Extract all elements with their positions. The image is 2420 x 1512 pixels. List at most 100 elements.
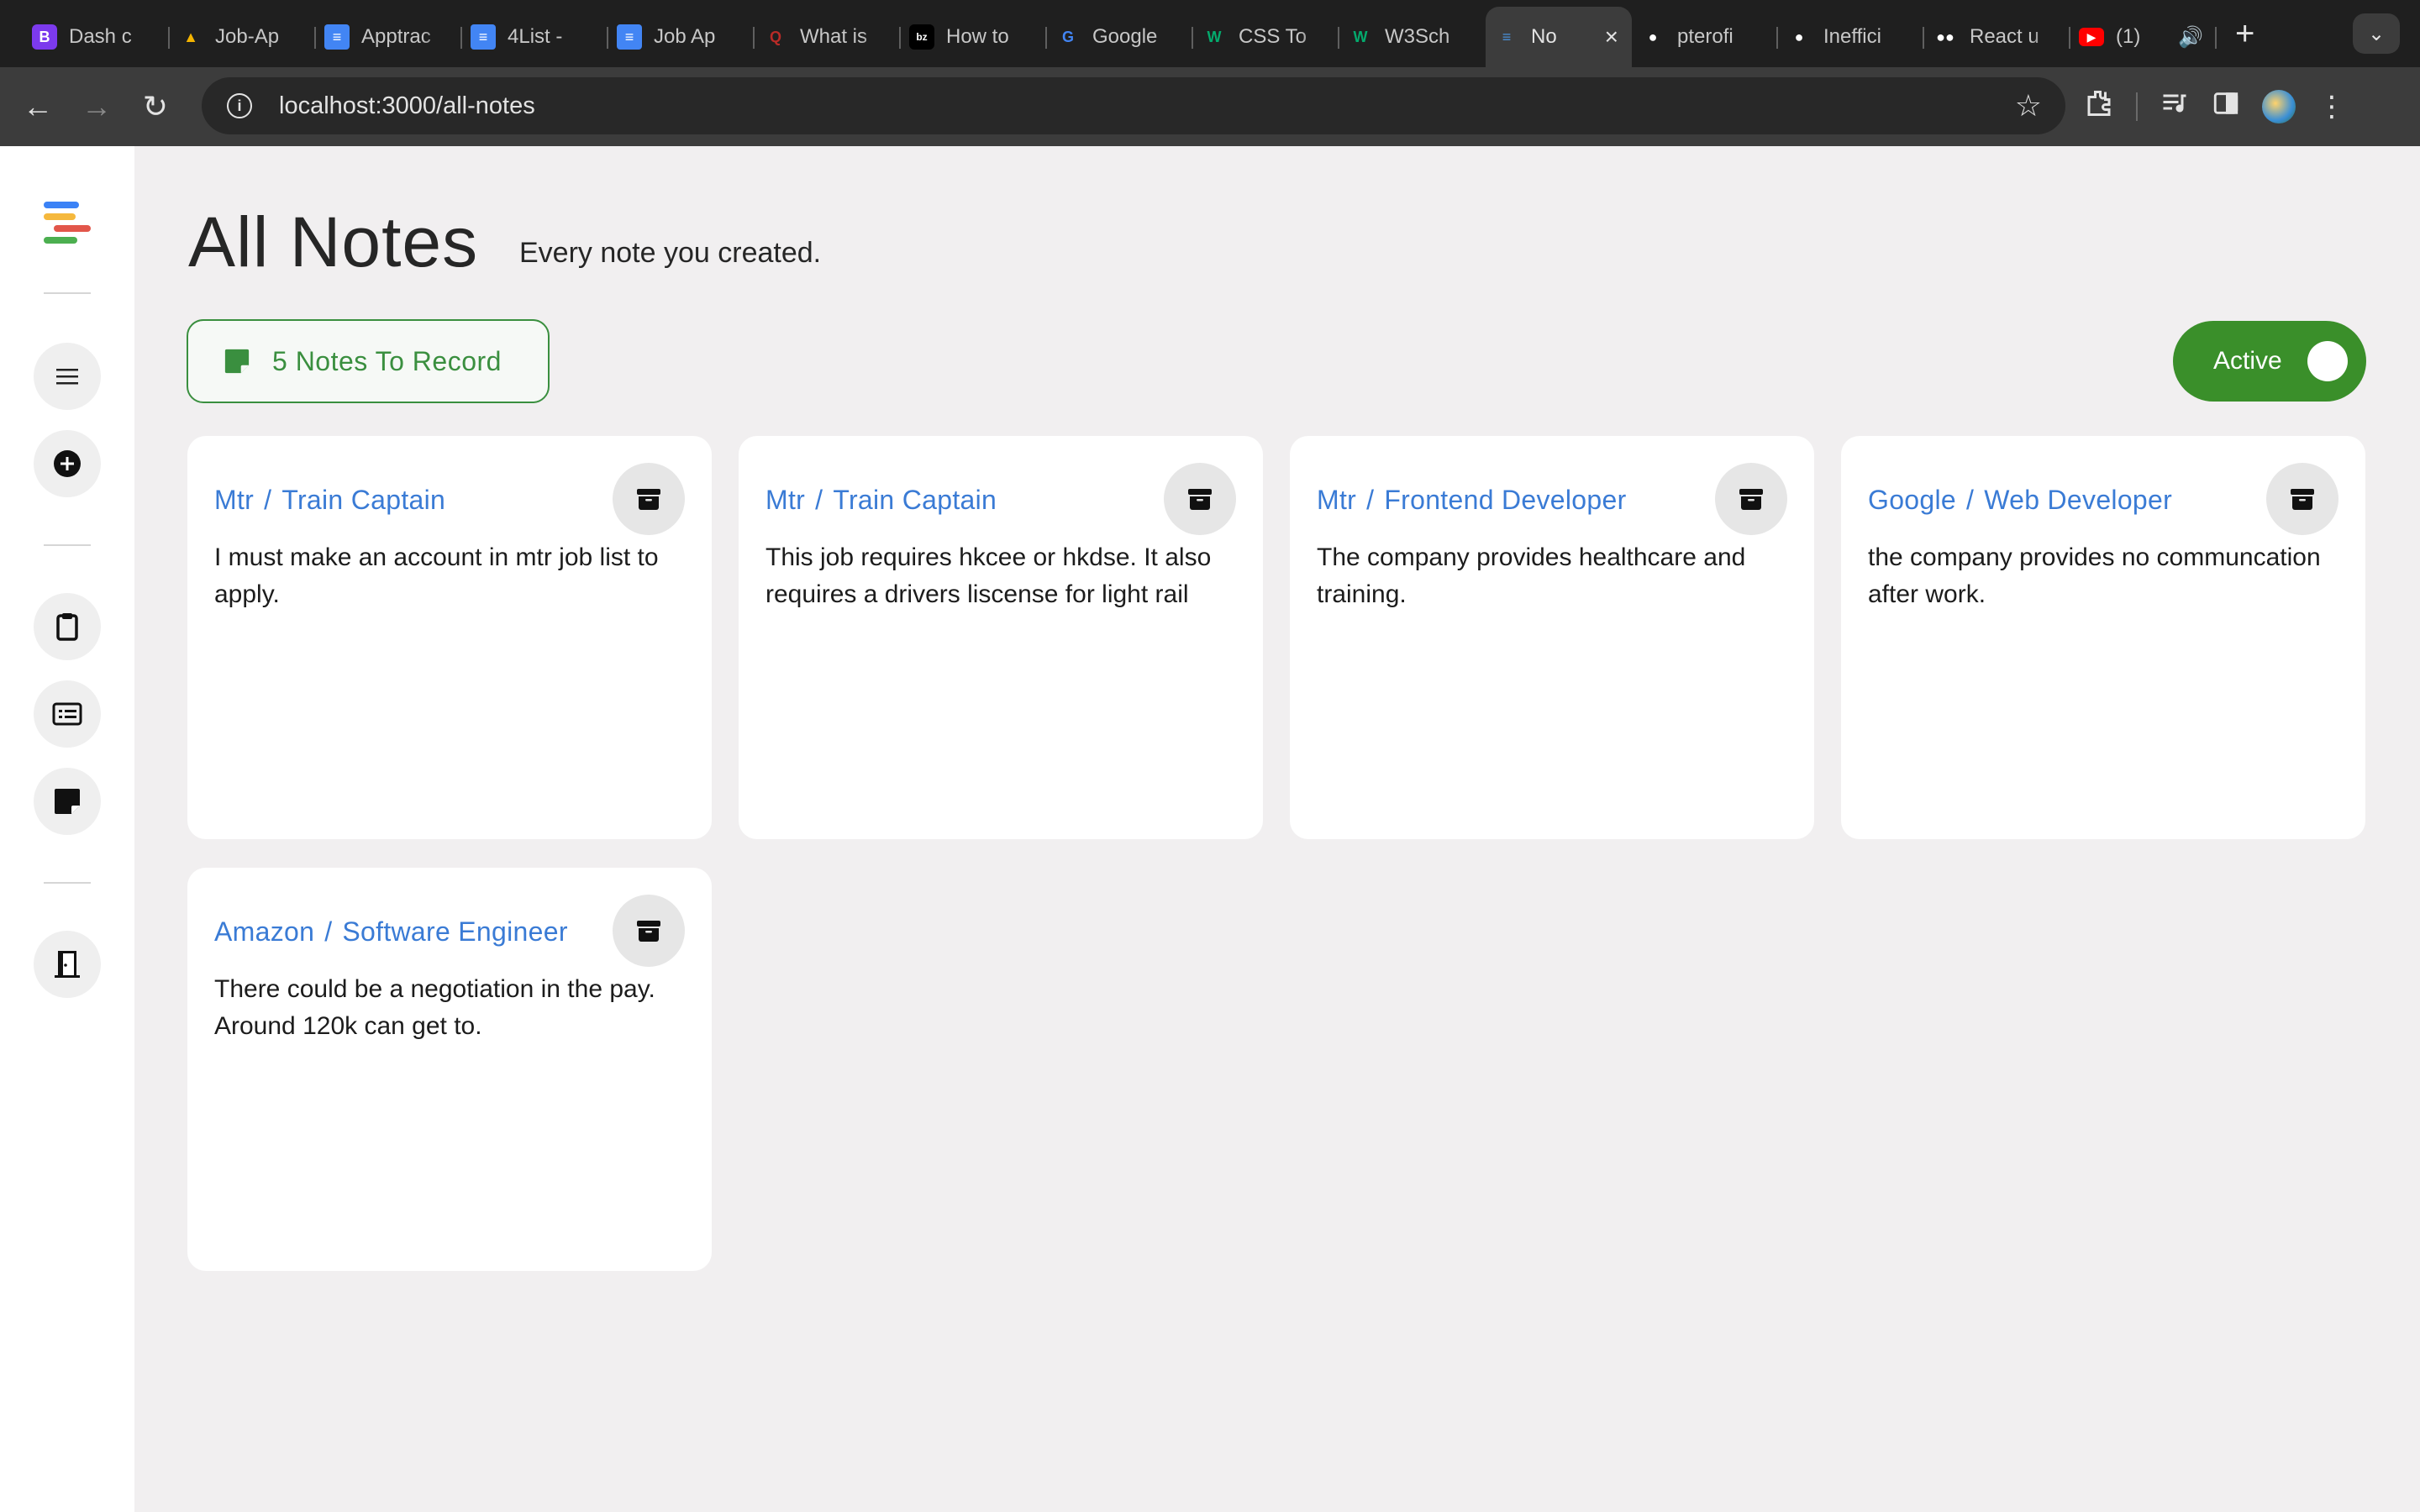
bookmark-star-icon[interactable]: ☆	[2015, 88, 2042, 123]
notes-count-button[interactable]: 5 Notes To Record	[187, 319, 550, 403]
archive-note-button[interactable]	[613, 895, 685, 967]
sidebar-divider	[44, 292, 91, 294]
media-controls-icon[interactable]	[2160, 88, 2190, 125]
note-position: Software Engineer	[342, 916, 568, 947]
browser-tab[interactable]: B Dash c	[24, 7, 170, 67]
side-panel-icon[interactable]	[2212, 89, 2240, 124]
browser-tab[interactable]: bz How to	[901, 7, 1047, 67]
sticky-note-icon	[55, 789, 80, 814]
sidebar-add-button[interactable]	[34, 430, 101, 497]
google-docs-icon: ≡	[617, 24, 642, 50]
tab-search-button[interactable]: ⌄	[2353, 13, 2400, 54]
title-separator: /	[1366, 485, 1375, 515]
new-tab-icon[interactable]: +	[2235, 15, 2254, 53]
sticky-note-icon	[224, 349, 250, 374]
browser-tab-label: Ineffici	[1823, 25, 1881, 48]
archive-icon	[637, 921, 660, 942]
close-tab-icon[interactable]: ×	[1605, 24, 1618, 50]
browser-tab[interactable]: Q What is	[755, 7, 901, 67]
browser-tab-label: Dash c	[69, 25, 132, 48]
browser-tab-label: Apptrac	[361, 25, 431, 48]
toolbar-divider	[2136, 92, 2138, 121]
active-toggle[interactable]: Active	[2173, 321, 2366, 402]
browser-tab[interactable]: W CSS To	[1193, 7, 1339, 67]
note-card[interactable]: Mtr / Train Captain I must make an account…	[187, 436, 712, 839]
github-icon: ●	[1794, 28, 1804, 45]
title-separator: /	[1966, 485, 1975, 515]
browser-toolbar: ← → ↻ i localhost:3000/all-notes ☆ ⋮	[0, 67, 2420, 146]
note-body: This job requires hkcee or hkdse. It als…	[765, 543, 1212, 608]
browser-tab[interactable]: ≡ No ×	[1486, 7, 1632, 67]
medium-icon: ●●	[1936, 28, 1954, 45]
note-card[interactable]: Google / Web Developer the company provide…	[1841, 436, 2365, 839]
browser-tab[interactable]: ▲ Job-Ap	[170, 7, 316, 67]
browser-tab[interactable]: W W3Sch	[1339, 7, 1486, 67]
browser-tab-label: CSS To	[1239, 25, 1307, 48]
hamburger-icon	[56, 369, 78, 385]
reload-icon[interactable]: ↻	[126, 89, 185, 124]
note-card[interactable]: Amazon / Software Engineer There could be …	[187, 868, 712, 1271]
notes-count-label: 5 Notes To Record	[272, 345, 502, 376]
tab-strip: B Dash c ▲ Job-Ap ≡ Apptrac ≡ 4List - ≡ Job Ap Q Wh…	[24, 0, 2217, 67]
back-icon[interactable]: ←	[8, 89, 67, 124]
clipboard-icon	[56, 613, 78, 641]
note-body: There could be a negotiation in the pay.…	[214, 975, 655, 1040]
archive-icon	[1739, 489, 1763, 510]
extensions-icon[interactable]	[2084, 88, 2114, 125]
archive-note-button[interactable]	[2266, 463, 2338, 535]
browser-tab[interactable]: ▶ (1) 🔊	[2070, 7, 2217, 67]
note-body: I must make an account in mtr job list t…	[214, 543, 659, 608]
archive-note-button[interactable]	[613, 463, 685, 535]
google-docs-icon: ≡	[471, 24, 496, 50]
browser-tab[interactable]: ● Ineffici	[1778, 7, 1924, 67]
note-card[interactable]: Mtr / Frontend Developer The company provi…	[1290, 436, 1814, 839]
site-info-icon[interactable]: i	[227, 93, 252, 118]
sidebar-applications-button[interactable]	[34, 593, 101, 660]
browser-tab-label: Job-Ap	[215, 25, 280, 48]
browser-tab-label: pterofi	[1677, 25, 1733, 48]
google-translate-icon: G	[1061, 28, 1074, 45]
toggle-label: Active	[2213, 347, 2282, 375]
address-bar[interactable]: i localhost:3000/all-notes ☆	[202, 77, 2065, 134]
browser-tab[interactable]: ● pterofi	[1632, 7, 1778, 67]
sidebar-logout-button[interactable]	[34, 931, 101, 998]
sidebar-jobs-button[interactable]	[34, 680, 101, 748]
chevron-down-icon: ⌄	[2367, 22, 2386, 45]
note-position: Frontend Developer	[1384, 485, 1627, 515]
note-company: Amazon	[214, 916, 315, 947]
browser-tab[interactable]: ●● React u	[1924, 7, 2070, 67]
note-card[interactable]: Mtr / Train Captain This job requires hkce…	[739, 436, 1263, 839]
browser-tab[interactable]: ≡ 4List -	[462, 7, 608, 67]
quora-icon: Q	[769, 28, 781, 45]
browser-tab-label: Google	[1092, 25, 1158, 48]
title-separator: /	[815, 485, 823, 515]
door-icon	[55, 951, 80, 978]
browser-tab[interactable]: ≡ Job Ap	[608, 7, 755, 67]
sidebar-menu-button[interactable]	[34, 343, 101, 410]
browser-tab-label: 4List -	[508, 25, 563, 48]
google-drive-icon: ▲	[183, 28, 198, 45]
profile-avatar[interactable]	[2262, 90, 2296, 123]
browser-tab-label: React u	[1970, 25, 2039, 48]
app-sidebar	[0, 146, 134, 1512]
browser-tab-label: What is	[800, 25, 868, 48]
plus-circle-icon	[54, 450, 81, 477]
bz-icon: bz	[909, 24, 934, 50]
sidebar-notes-button[interactable]	[34, 768, 101, 835]
sidebar-divider	[44, 544, 91, 546]
browser-tab[interactable]: ≡ Apptrac	[316, 7, 462, 67]
browser-tab-bar: B Dash c ▲ Job-Ap ≡ Apptrac ≡ 4List - ≡ Job Ap Q Wh…	[0, 0, 2420, 67]
archive-note-button[interactable]	[1715, 463, 1787, 535]
archive-note-button[interactable]	[1164, 463, 1236, 535]
title-separator: /	[264, 485, 272, 515]
w3schools-icon: W	[1207, 28, 1222, 45]
archive-icon	[1188, 489, 1212, 510]
github-icon: ●	[1648, 28, 1658, 45]
audio-playing-icon[interactable]: 🔊	[2178, 25, 2203, 50]
toolbar-actions: ⋮	[2084, 67, 2346, 146]
browser-tab[interactable]: G Google	[1047, 7, 1193, 67]
forward-icon[interactable]: →	[67, 89, 126, 124]
more-menu-icon[interactable]: ⋮	[2317, 90, 2346, 123]
main-content: All Notes Every note you created. 5 Note…	[134, 146, 2420, 1512]
note-body: The company provides healthcare and trai…	[1317, 543, 1746, 608]
